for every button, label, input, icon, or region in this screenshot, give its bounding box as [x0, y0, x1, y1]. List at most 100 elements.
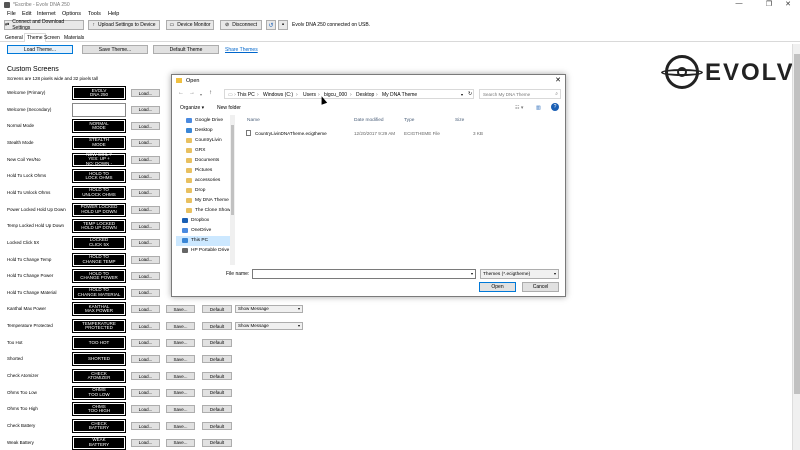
load-screen-button[interactable]: Load... — [131, 188, 160, 197]
breadcrumb-windows-c[interactable]: Windows (C:) — [263, 92, 293, 98]
nav-item[interactable]: Google Drive — [176, 116, 232, 126]
new-folder-button[interactable]: New folder — [217, 105, 241, 111]
default-screen-button[interactable]: Default — [202, 355, 232, 364]
address-dropdown-icon[interactable]: ▾ — [461, 92, 463, 97]
screen-preview[interactable]: TEMPERATURE PROTECTED — [72, 319, 126, 334]
load-screen-button[interactable]: Load... — [131, 238, 160, 247]
save-screen-button[interactable]: Save... — [166, 405, 195, 414]
search-input[interactable]: Search My DNA Theme ⌕ — [479, 89, 561, 99]
load-screen-button[interactable]: Load... — [131, 288, 160, 297]
preview-pane-icon[interactable]: ▥ — [536, 105, 541, 111]
nav-item[interactable]: CountryLivin — [176, 136, 232, 146]
column-size[interactable]: Size — [455, 118, 464, 123]
default-theme-button[interactable]: Default Theme — [153, 45, 219, 54]
default-screen-button[interactable]: Default — [202, 338, 232, 347]
load-screen-button[interactable]: Load... — [131, 338, 160, 347]
nav-item[interactable]: The Clone Show — [176, 206, 232, 216]
load-screen-button[interactable]: Load... — [131, 372, 160, 381]
upload-settings-button[interactable]: ↑ Upload Settings to Device — [88, 20, 160, 30]
column-date-modified[interactable]: Date modified — [354, 118, 384, 123]
message-mode-select[interactable]: Show Message ▾ — [235, 322, 303, 331]
minimize-button[interactable]: — — [727, 0, 751, 7]
screen-preview[interactable]: NORMAL MODE — [72, 119, 126, 134]
load-screen-button[interactable]: Load... — [131, 138, 160, 147]
nav-item[interactable]: accessories — [176, 176, 232, 186]
default-screen-button[interactable]: Default — [202, 305, 232, 314]
menu-edit[interactable]: Edit — [22, 11, 31, 17]
breadcrumb-user[interactable]: bigcu_000 — [324, 92, 347, 98]
forward-arrow-icon[interactable]: → — [189, 90, 195, 96]
file-row[interactable]: CountryLivinDNATheme.ecigtheme 12/20/201… — [242, 129, 562, 138]
default-screen-button[interactable]: Default — [202, 405, 232, 414]
nav-item[interactable]: Pictures — [176, 166, 232, 176]
share-themes-link[interactable]: Share Themes — [225, 47, 258, 53]
refresh-icon[interactable]: ↺ — [266, 20, 276, 30]
help-icon[interactable]: ? — [551, 103, 559, 111]
file-type-select[interactable]: Themes (*.ecigtheme) ▾ — [480, 269, 559, 279]
nav-item[interactable]: Documents — [176, 156, 232, 166]
file-name-input[interactable]: ▾ — [252, 269, 476, 279]
cancel-button[interactable]: Cancel — [522, 282, 559, 292]
load-screen-button[interactable]: Load... — [131, 422, 160, 430]
screen-preview[interactable]: TEMP LOCKED HOLD UP DOWN — [72, 219, 126, 234]
device-image-icon[interactable]: ▪ — [278, 20, 288, 30]
load-screen-button[interactable]: Load... — [131, 355, 160, 364]
main-scrollbar-thumb[interactable] — [794, 54, 800, 394]
up-arrow-icon[interactable]: ↑ — [209, 90, 212, 96]
breadcrumb-this-pc[interactable]: This PC — [237, 92, 255, 98]
save-screen-button[interactable]: Save... — [166, 372, 195, 381]
save-screen-button[interactable]: Save... — [166, 355, 195, 364]
screen-preview[interactable]: HOLD TO LOCK OHMS — [72, 169, 126, 184]
load-screen-button[interactable]: Load... — [131, 105, 160, 114]
screen-preview[interactable]: HOLD TO UNLOCK OHMS — [72, 185, 126, 200]
load-screen-button[interactable]: Load... — [131, 255, 160, 264]
nav-item[interactable]: This PC — [176, 236, 232, 246]
disconnect-button[interactable]: ⊘ Disconnect — [220, 20, 262, 30]
view-options-icon[interactable]: ☷ ▾ — [515, 105, 523, 111]
screen-preview[interactable]: KANTHAL MAX POWER — [72, 302, 126, 317]
load-screen-button[interactable]: Load... — [131, 205, 160, 214]
organize-menu[interactable]: Organize ▾ — [180, 105, 204, 111]
column-name[interactable]: Name — [247, 118, 260, 123]
screen-preview[interactable]: POWER LOCKED HOLD UP DOWN — [72, 202, 126, 217]
screen-preview[interactable]: CHECK BATTERY — [72, 419, 126, 433]
load-screen-button[interactable]: Load... — [131, 122, 160, 131]
load-theme-button[interactable]: Load Theme... — [7, 45, 73, 54]
screen-preview[interactable]: HOLD TO CHANGE MATERIAL — [72, 285, 126, 300]
save-screen-button[interactable]: Save... — [166, 388, 195, 397]
screen-preview[interactable]: OHMS TOO HIGH — [72, 402, 126, 417]
nav-item[interactable]: Desktop — [176, 126, 232, 136]
load-screen-button[interactable]: Load... — [131, 405, 160, 414]
load-screen-button[interactable]: Load... — [131, 438, 160, 447]
menu-tools[interactable]: Tools — [88, 11, 101, 17]
save-screen-button[interactable]: Save... — [166, 422, 195, 430]
screen-preview[interactable]: TOO HOT — [72, 335, 126, 350]
screen-preview[interactable]: HOLD TO CHANGE TEMP — [72, 252, 126, 267]
close-button[interactable]: ✕ — [776, 0, 800, 8]
menu-help[interactable]: Help — [108, 11, 119, 17]
load-screen-button[interactable]: Load... — [131, 388, 160, 397]
main-scrollbar[interactable] — [792, 44, 800, 450]
nav-item[interactable]: OneDrive — [176, 226, 232, 236]
tab-screen[interactable]: Screen — [42, 34, 62, 42]
default-screen-button[interactable]: Default — [202, 422, 232, 430]
load-screen-button[interactable]: Load... — [131, 272, 160, 281]
save-screen-button[interactable]: Save... — [166, 338, 195, 347]
screen-preview[interactable]: WEAK BATTERY — [72, 435, 126, 450]
navigation-scrollbar-thumb[interactable] — [231, 125, 234, 215]
screen-preview[interactable]: OHMS TOO LOW — [72, 385, 126, 400]
tab-general[interactable]: General — [3, 34, 25, 42]
back-arrow-icon[interactable]: ← — [178, 90, 184, 96]
menu-file[interactable]: File — [7, 11, 16, 17]
menu-options[interactable]: Options — [62, 11, 81, 17]
save-screen-button[interactable]: Save... — [166, 438, 195, 447]
screen-preview[interactable]: EVOLV DNA 250 — [72, 86, 126, 100]
chevron-down-icon[interactable]: ▾ — [471, 271, 473, 276]
load-screen-button[interactable]: Load... — [131, 222, 160, 231]
save-theme-button[interactable]: Save Theme... — [82, 45, 148, 54]
screen-preview[interactable]: HOLD TO CHANGE POWER — [72, 269, 126, 284]
save-screen-button[interactable]: Save... — [166, 322, 195, 331]
refresh-icon[interactable]: ↻ — [468, 91, 472, 97]
load-screen-button[interactable]: Load... — [131, 172, 160, 181]
load-screen-button[interactable]: Load... — [131, 155, 160, 164]
